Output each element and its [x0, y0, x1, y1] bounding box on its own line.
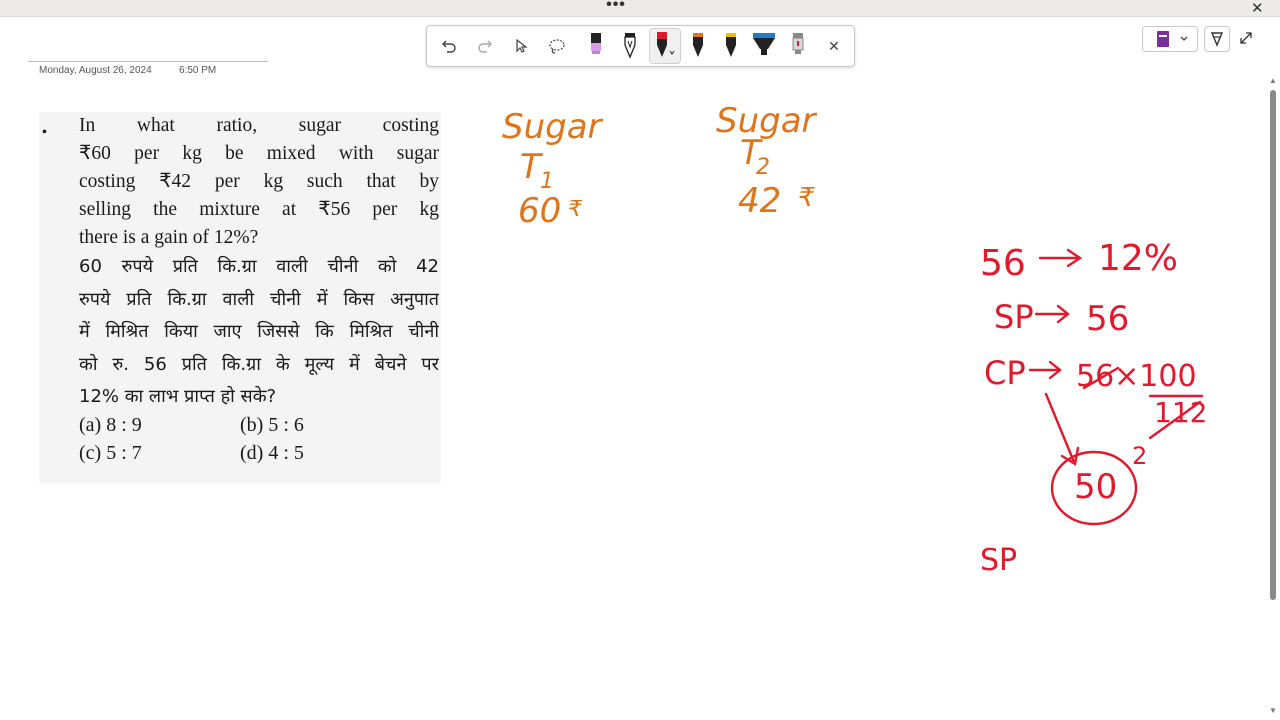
more-options-icon[interactable]: ••• — [606, 0, 626, 14]
pen-yellow-button[interactable] — [718, 26, 744, 66]
ink-sp-label: SP — [994, 298, 1034, 336]
ink-rupee-1: ₹ — [568, 197, 583, 222]
pen-orange-icon — [693, 33, 703, 57]
question-english-line: In what ratio, sugar costing — [79, 115, 439, 136]
question-english-line: there is a gain of 12%? — [79, 227, 259, 248]
ink-t-1: T — [520, 147, 543, 187]
ink-sugar-2: Sugar — [716, 101, 818, 141]
ink-cancel-2: 2 — [1132, 442, 1147, 470]
question-english: In what ratio, sugar costing ₹60 per kg … — [79, 112, 439, 252]
pen-yellow-icon — [726, 33, 736, 57]
ink-strike-56 — [1082, 366, 1120, 390]
ink-down-arrow — [1044, 392, 1080, 466]
option-c: (c) 5 : 7 — [79, 442, 142, 464]
option-b: (b) 5 : 6 — [240, 414, 304, 436]
ink-circle — [1050, 450, 1138, 526]
ink-strike-112 — [1148, 400, 1202, 440]
draw-toolbar: ✕ — [426, 25, 855, 67]
pen-purple-icon — [591, 33, 601, 54]
question-english-line: costing ₹42 per kg such that by — [79, 171, 439, 192]
close-icon[interactable]: ✕ — [828, 38, 840, 55]
notebook-icon — [1157, 31, 1188, 47]
pen-mode-icon — [1210, 32, 1224, 47]
cursor-icon — [516, 38, 528, 53]
question-hindi-line: रुपये प्रति कि.ग्रा वाली चीनी में किस अन… — [79, 288, 439, 310]
ink-sub-2: 2 — [756, 155, 770, 180]
toolbar-close-button[interactable]: ✕ — [823, 26, 845, 66]
scroll-down-icon[interactable]: ▼ — [1268, 706, 1278, 716]
ink-rupee-2: ₹ — [798, 183, 816, 213]
option-a: (a) 8 : 9 — [79, 414, 142, 436]
pen-mode-button[interactable] — [1204, 26, 1230, 52]
window-titlebar: ••• ✕ — [0, 0, 1280, 17]
scroll-up-icon[interactable]: ▲ — [1268, 76, 1278, 86]
undo-button[interactable] — [435, 26, 463, 66]
lasso-tool-button[interactable] — [543, 26, 571, 66]
lasso-icon — [549, 39, 565, 54]
ink-cp-label: CP — [984, 354, 1026, 392]
question-hindi: 60 रुपये प्रति कि.ग्रा वाली चीनी को 42 र… — [79, 251, 439, 414]
ink-cp-denominator: 112 — [1154, 396, 1207, 429]
undo-icon — [442, 40, 456, 53]
ink-sp-value: 56 — [1086, 299, 1129, 339]
ink-cp-numerator: 56×100 — [1076, 359, 1197, 394]
redo-button[interactable] — [471, 26, 499, 66]
pen-black-icon — [624, 33, 636, 59]
ink-sub-1: 1 — [540, 169, 554, 194]
ink-arrow-3 — [1028, 360, 1062, 380]
page-date: Monday, August 26, 2024 — [39, 65, 152, 76]
page-time: 6:50 PM — [179, 65, 217, 76]
select-tool-button[interactable] — [507, 26, 535, 66]
ink-price-42: 42 — [738, 181, 781, 221]
window-close-icon[interactable]: ✕ — [1251, 0, 1264, 17]
ink-price-60: 60 — [518, 191, 561, 231]
page-title-underline — [28, 61, 268, 62]
highlighter-blue-button[interactable] — [749, 26, 779, 66]
ink-sp-bottom: SP — [980, 543, 1017, 578]
question-hindi-line: को रु. 56 प्रति कि.ग्रा के मूल्य में बेच… — [79, 353, 439, 375]
notebook-switcher-button[interactable] — [1142, 26, 1198, 52]
highlighter-icon — [753, 33, 775, 55]
expand-icon[interactable] — [1238, 30, 1254, 46]
ink-t-2: T — [740, 133, 763, 173]
question-english-line: selling the mixture at ₹56 per kg — [79, 199, 439, 220]
vertical-scrollbar-thumb[interactable] — [1270, 90, 1276, 600]
pen-orange-button[interactable] — [685, 26, 711, 66]
question-image: . In what ratio, sugar costing ₹60 per k… — [39, 112, 441, 483]
question-hindi-line: में मिश्रित किया जाए जिससे कि मिश्रित ची… — [79, 321, 439, 342]
ink-arrow-2 — [1034, 304, 1070, 324]
question-bullet: . — [41, 114, 48, 138]
pen-black-button[interactable] — [617, 26, 643, 66]
ink-12-percent: 12% — [1098, 238, 1178, 279]
ink-result-50: 50 — [1074, 467, 1117, 507]
pen-purple-button[interactable] — [583, 26, 609, 66]
option-d: (d) 4 : 5 — [240, 442, 304, 464]
question-hindi-line: 60 रुपये प्रति कि.ग्रा वाली चीनी को 42 — [79, 256, 439, 277]
question-hindi-line: 12% का लाभ प्राप्त हो सके? — [79, 386, 277, 407]
pen-red-icon — [657, 32, 675, 57]
ink-sugar-1: Sugar — [502, 107, 604, 147]
pen-red-button[interactable] — [649, 28, 681, 64]
redo-icon — [478, 40, 492, 53]
ink-56-left: 56 — [980, 243, 1026, 284]
ink-arrow-1 — [1038, 248, 1083, 268]
question-english-line: ₹60 per kg be mixed with sugar — [79, 143, 439, 164]
pen-gray-icon — [792, 33, 804, 54]
pen-gray-button[interactable] — [785, 26, 811, 66]
